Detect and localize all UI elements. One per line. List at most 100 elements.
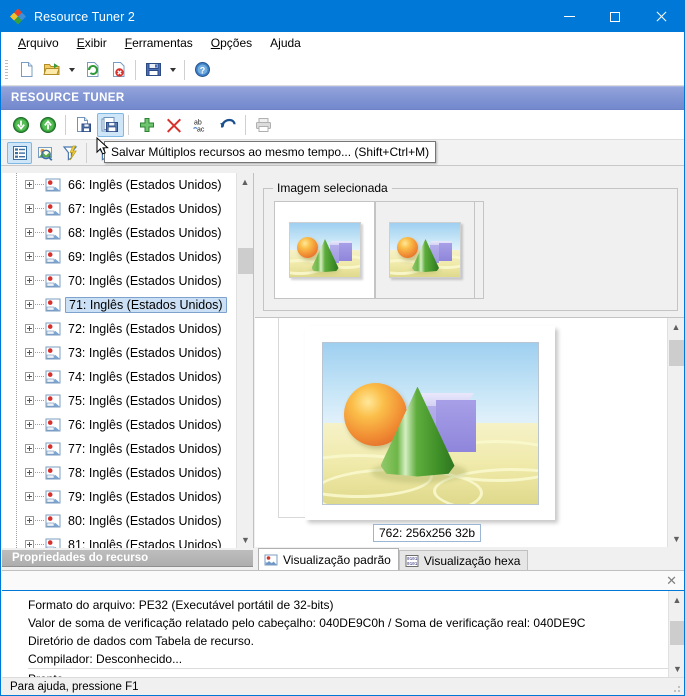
tree-item-77[interactable]: 77: Inglês (Estados Unidos) [2,437,236,461]
preview-canvas[interactable]: 762: 256x256 32b [255,318,667,547]
rename-resource-icon[interactable]: ab ac [187,113,214,137]
tree-guide-line [16,317,17,341]
expand-icon[interactable] [25,180,34,189]
expand-icon[interactable] [25,372,34,381]
tree-guide-line [16,293,17,317]
expand-icon[interactable] [25,492,34,501]
properties-scrollbar[interactable]: ▲ ▼ [668,591,684,677]
menu-exibir[interactable]: Exibir [68,34,116,52]
thumbnail-selected[interactable] [275,202,375,298]
resource-bitmap-icon [45,321,61,340]
tree-guide-line [16,269,17,293]
expand-icon[interactable] [25,324,34,333]
tree-item-label: 71: Inglês (Estados Unidos) [65,297,227,313]
tree-view-icon[interactable] [7,141,32,164]
menu-opcoes[interactable]: Opções [202,34,261,52]
tree-item-70[interactable]: 70: Inglês (Estados Unidos) [2,269,236,293]
tree-guide-dots [35,184,44,185]
tree-item-69[interactable]: 69: Inglês (Estados Unidos) [2,245,236,269]
preview-scroll-down-icon[interactable]: ▼ [668,530,684,547]
tree-item-76[interactable]: 76: Inglês (Estados Unidos) [2,413,236,437]
properties-scroll-up-icon[interactable]: ▲ [669,591,684,608]
save-icon[interactable] [140,58,166,82]
window-title: Resource Tuner 2 [34,9,135,24]
expand-icon[interactable] [25,228,34,237]
tree-item-label: 78: Inglês (Estados Unidos) [68,466,222,480]
resource-tree[interactable]: 66: Inglês (Estados Unidos) 67: Inglês (E… [2,173,236,548]
preview-scroll-up-icon[interactable]: ▲ [668,318,684,335]
expand-icon[interactable] [25,468,34,477]
menu-ajuda[interactable]: Ajuda [261,34,310,52]
preview-scroll-thumb[interactable] [669,340,684,366]
menu-arquivo[interactable]: Arquivo [9,34,68,52]
properties-lines[interactable]: Formato do arquivo: PE32 (Executável por… [2,591,668,677]
tree-guide-line [16,437,17,461]
svg-text:ac: ac [197,126,205,133]
expand-icon[interactable] [25,276,34,285]
tree-item-75[interactable]: 75: Inglês (Estados Unidos) [2,389,236,413]
menu-ferramentas[interactable]: Ferramentas [116,34,202,52]
tree-scroll-up-icon[interactable]: ▲ [237,173,253,190]
undo-icon[interactable] [214,113,241,137]
expand-icon[interactable] [25,396,34,405]
tree-item-71[interactable]: 71: Inglês (Estados Unidos) [2,293,236,317]
shapes-sphere-cone-cube-image [321,341,539,505]
tree-item-74[interactable]: 74: Inglês (Estados Unidos) [2,365,236,389]
tree-item-80[interactable]: 80: Inglês (Estados Unidos) [2,509,236,533]
tree-guide-line [16,413,17,437]
properties-scroll-down-icon[interactable]: ▼ [669,660,684,677]
image-view-icon[interactable] [32,142,57,164]
help-icon[interactable]: ? [189,58,215,82]
close-button[interactable] [638,1,684,32]
tree-guide-dots [35,424,44,425]
new-file-icon[interactable] [13,58,39,82]
tree-scroll-thumb[interactable] [238,248,253,274]
maximize-button[interactable] [592,1,638,32]
extract-down-icon[interactable] [7,113,34,137]
delete-resource-icon[interactable] [160,113,187,137]
minimize-button[interactable] [546,1,592,32]
add-resource-icon[interactable] [133,113,160,137]
thumbnail-alternate[interactable] [375,202,475,298]
banner-title: RESOURCE TUNER [11,92,125,104]
tree-item-label: 73: Inglês (Estados Unidos) [68,346,222,360]
save-multiple-resources-icon[interactable] [97,112,124,137]
expand-icon[interactable] [25,300,34,309]
tree-scroll-down-icon[interactable]: ▼ [237,531,253,548]
expand-icon[interactable] [25,252,34,261]
expand-icon[interactable] [25,540,34,548]
tree-item-label: 67: Inglês (Estados Unidos) [68,202,222,216]
tree-item-67[interactable]: 67: Inglês (Estados Unidos) [2,197,236,221]
expand-icon[interactable] [25,204,34,213]
expand-icon[interactable] [25,348,34,357]
thumbnail-strip[interactable] [274,201,484,299]
tree-item-68[interactable]: 68: Inglês (Estados Unidos) [2,221,236,245]
toolbar-grip[interactable] [5,59,8,80]
resize-grip[interactable] [670,682,682,694]
expand-icon[interactable] [25,516,34,525]
filter-icon[interactable] [57,142,82,164]
tree-item-81[interactable]: 81: Inglês (Estados Unidos) [2,533,236,548]
tree-item-72[interactable]: 72: Inglês (Estados Unidos) [2,317,236,341]
close-file-icon[interactable] [105,58,131,82]
open-dropdown-caret[interactable] [65,58,79,82]
inject-up-icon[interactable] [34,113,61,137]
tree-item-73[interactable]: 73: Inglês (Estados Unidos) [2,341,236,365]
tab-label: Visualização hexa [423,553,521,568]
refresh-icon[interactable] [79,58,105,82]
close-icon[interactable]: ✕ [666,574,677,587]
tab-visualizacao-padrao[interactable]: Visualização padrão [258,548,399,570]
tree-item-66[interactable]: 66: Inglês (Estados Unidos) [2,173,236,197]
expand-icon[interactable] [25,420,34,429]
tree-item-78[interactable]: 78: Inglês (Estados Unidos) [2,461,236,485]
toolbar-separator-2 [184,59,185,80]
save-dropdown-caret[interactable] [166,58,180,82]
properties-scroll-thumb[interactable] [670,621,684,645]
open-file-icon[interactable] [39,58,65,82]
tab-visualizacao-hexa[interactable]: 0101 0101 Visualização hexa [398,550,529,570]
expand-icon[interactable] [25,444,34,453]
tree-scrollbar[interactable]: ▲ ▼ [236,173,253,548]
tree-item-79[interactable]: 79: Inglês (Estados Unidos) [2,485,236,509]
save-resource-icon[interactable] [70,113,97,137]
preview-scrollbar[interactable]: ▲ ▼ [667,318,684,547]
